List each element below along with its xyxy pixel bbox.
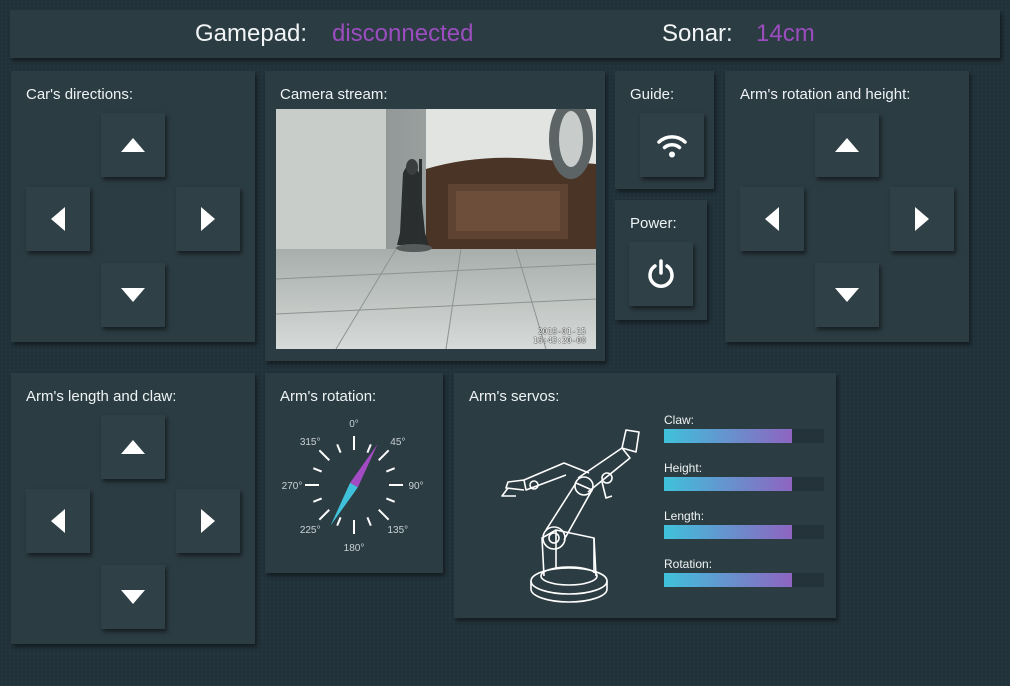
servo-label: Height: xyxy=(664,461,703,475)
servo-bar xyxy=(664,573,824,587)
arrow-left-icon xyxy=(51,509,65,533)
compass-tick xyxy=(385,467,396,473)
arrow-left-icon xyxy=(51,207,65,231)
car-left-button[interactable] xyxy=(26,187,90,251)
servo-bar xyxy=(664,477,824,491)
compass-tick xyxy=(318,449,330,461)
arm-height-down-button[interactable] xyxy=(815,263,879,327)
camera-stream-view: 2019-01-15 16:43:20-00 xyxy=(276,109,596,349)
servo-bar xyxy=(664,525,824,539)
arrow-right-icon xyxy=(915,207,929,231)
arm-extend-button[interactable] xyxy=(101,415,165,479)
compass-label: 0° xyxy=(349,419,359,430)
compass-tick xyxy=(378,509,390,521)
compass-tick xyxy=(312,497,323,503)
gamepad-status: disconnected xyxy=(332,20,474,47)
car-right-button[interactable] xyxy=(176,187,240,251)
arm-rotate-left-button[interactable] xyxy=(740,187,804,251)
sonar-label: Sonar: xyxy=(662,20,733,47)
car-directions-panel: Car's directions: xyxy=(11,71,255,342)
claw-open-button[interactable] xyxy=(26,489,90,553)
arm-rotation-height-title: Arm's rotation and height: xyxy=(740,86,911,103)
servo-label: Length: xyxy=(664,509,705,523)
arrow-left-icon xyxy=(765,207,779,231)
car-directions-title: Car's directions: xyxy=(26,86,134,103)
power-button[interactable] xyxy=(629,242,693,306)
robot-arm-icon xyxy=(501,429,640,603)
servo-bar-fill xyxy=(664,477,792,491)
compass-label: 45° xyxy=(390,437,405,448)
power-title: Power: xyxy=(630,215,677,232)
compass-tick xyxy=(318,509,330,521)
timestamp-date: 2019-01-15 xyxy=(537,327,586,336)
compass-label: 225° xyxy=(300,525,321,536)
camera-panel: Camera stream: 2019-01-15 16:43:20-00 xyxy=(265,71,605,361)
arrow-right-icon xyxy=(201,207,215,231)
power-icon xyxy=(648,259,674,288)
compass-label: 135° xyxy=(387,525,408,536)
compass-tick xyxy=(366,443,372,454)
compass-tick xyxy=(336,443,342,454)
arm-rotation-height-panel: Arm's rotation and height: xyxy=(725,71,969,342)
servo-bar xyxy=(664,429,824,443)
arm-servos-title: Arm's servos: xyxy=(469,388,560,405)
arm-servos-panel: Arm's servos: Claw: Height: Length: Rotatio… xyxy=(454,373,836,618)
compass-tick xyxy=(336,516,342,527)
guide-panel: Guide: xyxy=(615,71,714,189)
arrow-right-icon xyxy=(201,509,215,533)
compass-tick xyxy=(366,516,372,527)
status-header: Gamepad: disconnected Sonar: 14cm xyxy=(10,10,1000,58)
arm-length-claw-title: Arm's length and claw: xyxy=(26,388,177,405)
arm-rotation-panel: Arm's rotation: 0° 45° 90° 135° 180° 225° 270°… xyxy=(265,373,443,573)
servo-bar-fill xyxy=(664,573,792,587)
compass-label: 180° xyxy=(344,543,365,554)
arm-retract-button[interactable] xyxy=(101,565,165,629)
compass-label: 270° xyxy=(282,481,303,492)
compass-label: 315° xyxy=(300,437,321,448)
compass-needle-north xyxy=(350,444,378,488)
arrow-down-icon xyxy=(121,590,145,604)
arrow-up-icon xyxy=(835,138,859,152)
compass-label: 90° xyxy=(408,481,423,492)
arrow-up-icon xyxy=(121,138,145,152)
camera-timestamp: 2019-01-15 16:43:20-00 xyxy=(533,327,586,345)
sonar-value: 14cm xyxy=(756,20,815,47)
arrow-up-icon xyxy=(121,440,145,454)
camera-title: Camera stream: xyxy=(280,86,388,103)
servo-label: Claw: xyxy=(664,413,695,427)
power-panel: Power: xyxy=(615,200,707,320)
arrow-down-icon xyxy=(121,288,145,302)
compass-tick xyxy=(385,497,396,503)
wifi-icon xyxy=(657,135,687,158)
compass-tick xyxy=(378,449,390,461)
timestamp-time: 16:43:20-00 xyxy=(533,336,586,345)
servo-label: Rotation: xyxy=(664,557,713,571)
arm-length-claw-panel: Arm's length and claw: xyxy=(11,373,255,644)
arm-rotate-right-button[interactable] xyxy=(890,187,954,251)
gamepad-label: Gamepad: xyxy=(195,20,308,47)
car-up-button[interactable] xyxy=(101,113,165,177)
compass-tick xyxy=(312,467,323,473)
arrow-down-icon xyxy=(835,288,859,302)
camera-frame-image xyxy=(276,109,596,349)
guide-title: Guide: xyxy=(630,86,675,103)
compass-needle-south xyxy=(330,482,358,526)
servo-bar-fill xyxy=(664,525,792,539)
guide-button[interactable] xyxy=(640,113,704,177)
arm-height-up-button[interactable] xyxy=(815,113,879,177)
servo-bar-fill xyxy=(664,429,792,443)
claw-close-button[interactable] xyxy=(176,489,240,553)
car-down-button[interactable] xyxy=(101,263,165,327)
rotation-compass: 0° 45° 90° 135° 180° 225° 270° 315° xyxy=(282,419,424,554)
